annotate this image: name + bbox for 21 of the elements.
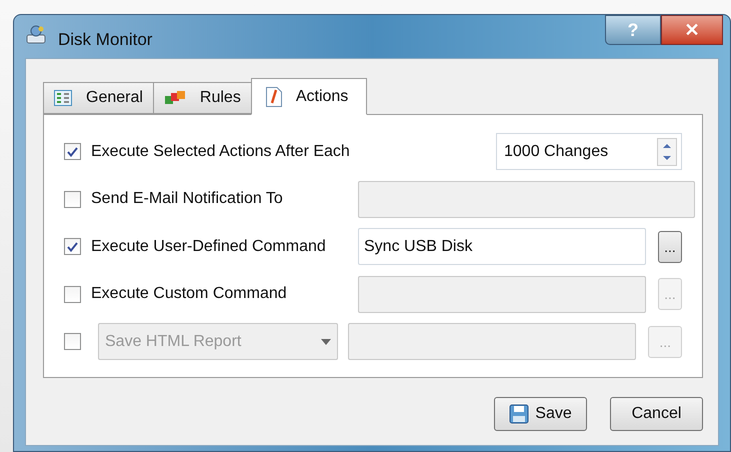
cancel-button[interactable]: Cancel — [610, 397, 703, 431]
save-button[interactable]: Save — [494, 397, 587, 431]
option-label: Execute Selected Actions After Each — [91, 142, 351, 162]
disk-icon — [26, 25, 46, 45]
option-label: Execute Custom Command — [91, 284, 288, 304]
dropdown-arrow-icon — [321, 338, 332, 345]
tab[interactable]: General — [43, 82, 154, 114]
blocks-icon — [164, 90, 186, 106]
window-title: Disk Monitor — [58, 29, 152, 51]
option-label: Execute User-Defined Command — [91, 236, 327, 257]
spinner-arrows-icon[interactable] — [657, 138, 677, 166]
checkbox[interactable] — [64, 238, 81, 256]
tab[interactable]: Actions — [250, 78, 368, 115]
input-field[interactable]: Sync USB Disk — [358, 228, 646, 266]
checkbox[interactable] — [64, 143, 81, 160]
browse-button[interactable]: ... — [658, 230, 682, 263]
spin-field[interactable]: 1000 Changes — [496, 133, 682, 170]
option-label: Send E-Mail Notification To — [91, 189, 284, 210]
grid-icon — [54, 90, 72, 106]
document-icon — [266, 86, 282, 106]
tab[interactable]: Rules — [152, 82, 252, 114]
